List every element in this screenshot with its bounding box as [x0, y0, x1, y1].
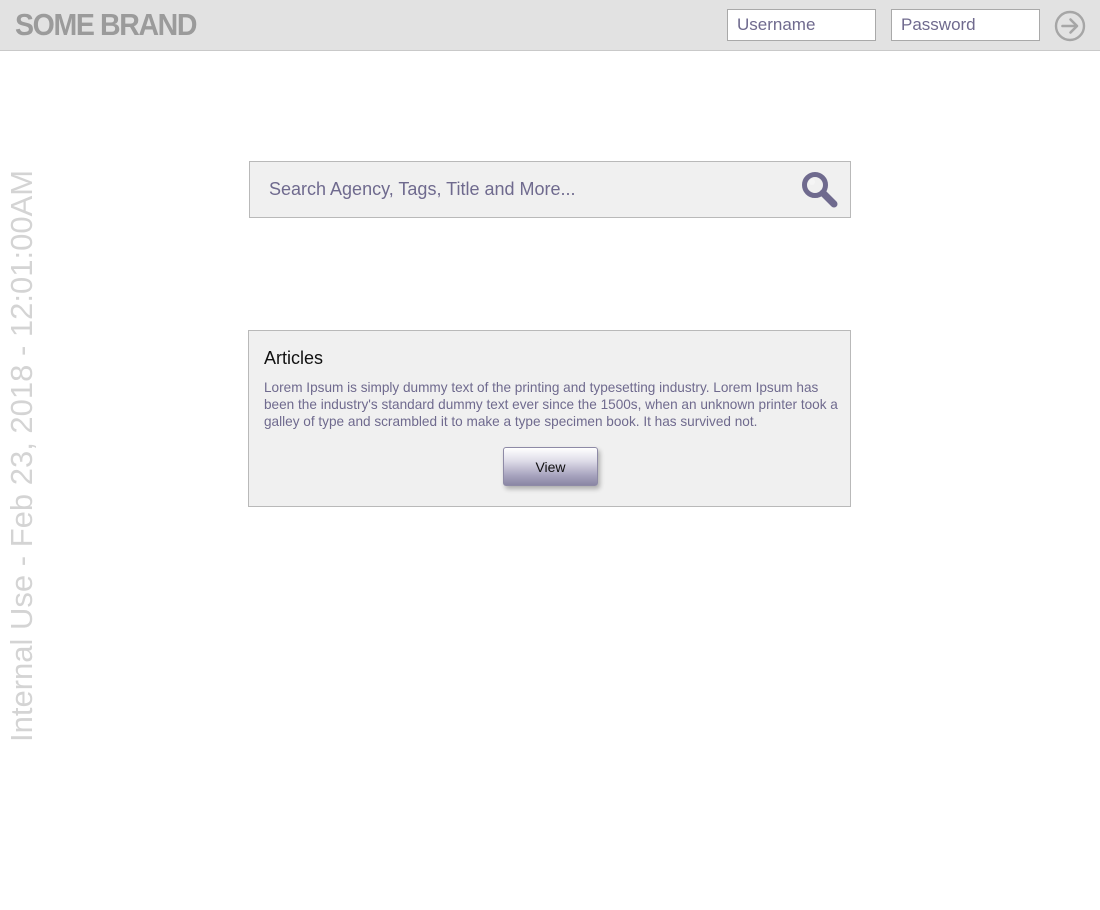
articles-title: Articles [264, 348, 324, 368]
articles-description: Lorem Ipsum is simply dummy text of the … [264, 380, 838, 429]
arrow-right-circle-icon [1054, 10, 1086, 42]
username-field[interactable] [727, 9, 876, 41]
view-button[interactable]: View [503, 447, 598, 486]
articles-card: Articles Lorem Ipsum is simply dummy tex… [248, 330, 851, 507]
top-bar: SOME BRAND [0, 0, 1100, 51]
password-field[interactable] [891, 9, 1040, 41]
page: SOME BRAND Articles Lorem Ipsum is simpl… [0, 0, 1100, 910]
search-bar [249, 161, 851, 218]
internal-use-watermark: Internal Use - Feb 23, 2018 - 12:01:00AM [4, 169, 39, 742]
search-input[interactable] [250, 162, 790, 217]
login-submit-button[interactable] [1054, 10, 1086, 42]
search-button[interactable] [798, 170, 842, 210]
search-icon [802, 172, 838, 208]
brand-logo[interactable]: SOME BRAND [15, 7, 197, 43]
